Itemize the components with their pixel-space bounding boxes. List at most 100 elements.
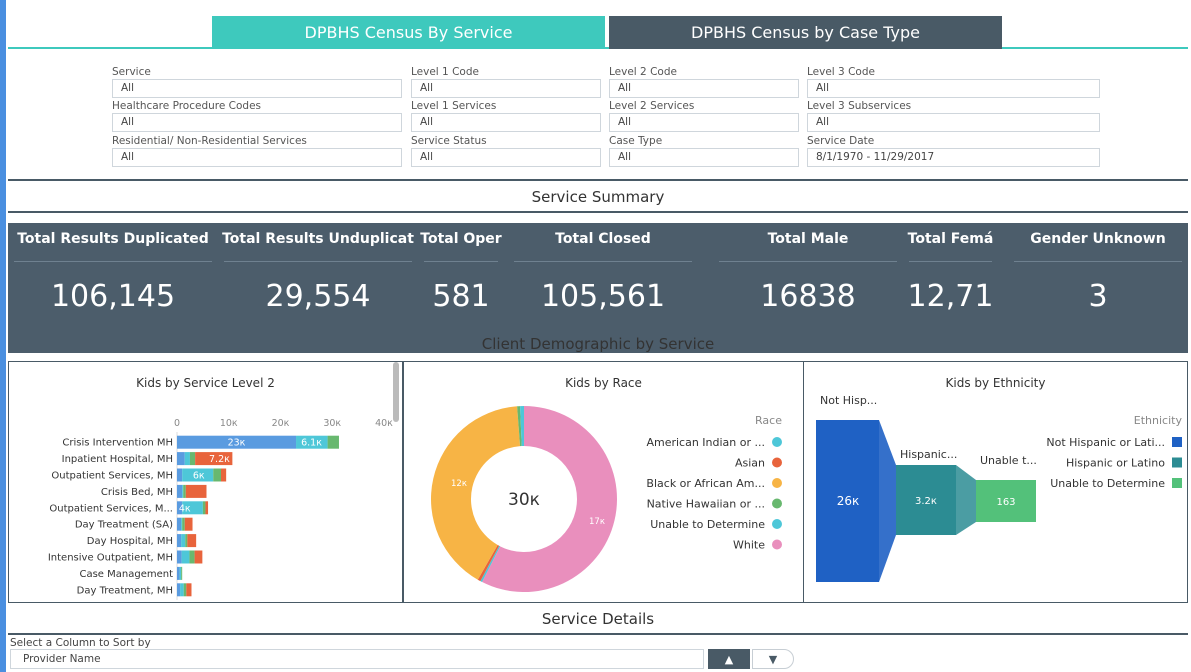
legend-item[interactable]: Unable to Determine: [650, 518, 765, 531]
filter-label: Service: [112, 66, 151, 78]
kpi-band: Total Results Duplicated 106,145 Total R…: [8, 223, 1188, 353]
filter-select[interactable]: All: [609, 113, 799, 132]
bar-segment[interactable]: [327, 435, 339, 449]
filter-label: Level 2 Code: [609, 66, 677, 78]
divider: [8, 179, 1188, 181]
bar-segment[interactable]: [183, 583, 187, 597]
bar-segment[interactable]: [177, 517, 182, 531]
panel-kids-by-ethnicity: Kids by Ethnicity 26к Not Hisp... 3.2к Hisp…: [803, 361, 1188, 603]
kpi-label: Total Femá: [907, 231, 994, 247]
slice-data-label: 17к: [589, 517, 605, 527]
bar-segment[interactable]: [184, 452, 190, 466]
bar-segment[interactable]: [177, 452, 185, 466]
category-label: Day Hospital, MH: [87, 536, 173, 547]
bar-segment[interactable]: [177, 468, 183, 482]
legend-item[interactable]: Hispanic or Latino: [1066, 457, 1165, 470]
filter-select[interactable]: All: [609, 148, 799, 167]
kpi-divider: [14, 261, 212, 262]
kpi-value: 16838: [760, 279, 856, 314]
bar-segment[interactable]: [184, 517, 193, 531]
category-label: Crisis Bed, MH: [101, 487, 173, 498]
bar-segment[interactable]: [181, 534, 186, 548]
kpi-label: Total Oper: [420, 231, 502, 247]
bar-segment[interactable]: [177, 566, 180, 580]
left-edge-bar: [0, 0, 6, 672]
legend-item[interactable]: Not Hispanic or Lati...: [1046, 436, 1165, 449]
category-label: Day Treatment, MH: [77, 585, 173, 596]
sort-ascending-button[interactable]: ▲: [708, 649, 750, 669]
bar-segment[interactable]: [183, 484, 186, 498]
sort-column-select[interactable]: Provider Name: [10, 649, 704, 669]
bar-segment[interactable]: [220, 468, 227, 482]
kpi-value: 29,554: [265, 279, 371, 314]
bar-segment[interactable]: [179, 566, 182, 580]
filter-residential-non-residential-services: Residential/ Non-Residential Services All: [112, 135, 402, 167]
legend-swatch: [772, 539, 782, 550]
category-label: Outpatient Services, MH: [51, 471, 173, 482]
filter-label: Healthcare Procedure Codes: [112, 100, 262, 112]
legend-item[interactable]: White: [733, 539, 765, 552]
bar-segment[interactable]: [187, 534, 197, 548]
arrow-up-icon: ▲: [724, 652, 734, 666]
bar-segment[interactable]: [185, 484, 207, 498]
x-tick-label: 40к: [375, 418, 393, 429]
filter-select[interactable]: All: [609, 79, 799, 98]
bar-data-label: 4к: [179, 503, 191, 514]
legend-swatch: [1172, 437, 1182, 447]
filter-label: Level 1 Services: [411, 100, 497, 112]
bar-segment[interactable]: [202, 501, 206, 515]
bar-segment[interactable]: [181, 517, 183, 531]
bar-segment[interactable]: [181, 550, 190, 564]
filter-label: Level 1 Code: [411, 66, 479, 78]
bar-segment[interactable]: [177, 484, 183, 498]
filter-label: Level 3 Subservices: [807, 100, 912, 112]
funnel-value-label: 3.2к: [915, 496, 937, 507]
bar-segment[interactable]: [177, 550, 182, 564]
filter-select[interactable]: All: [807, 79, 1100, 98]
filter-service-status: Service Status All: [411, 135, 601, 167]
bar-segment[interactable]: [181, 566, 183, 580]
category-label: Day Treatment (SA): [75, 520, 173, 531]
bar-segment[interactable]: [205, 501, 209, 515]
bar-segment[interactable]: [189, 550, 195, 564]
kpi-value: 106,145: [50, 279, 176, 314]
sort-descending-button[interactable]: ▼: [752, 649, 794, 669]
bar-segment[interactable]: [177, 534, 182, 548]
filter-level-3-code: Level 3 Code All: [807, 66, 1100, 98]
bar-segment[interactable]: [177, 583, 181, 597]
bar-segment[interactable]: [213, 468, 221, 482]
legend-item[interactable]: American Indian or ...: [646, 436, 765, 449]
bar-data-label: 6.1к: [301, 438, 322, 449]
bar-segment[interactable]: [182, 484, 184, 498]
filter-select[interactable]: All: [411, 113, 601, 132]
legend-swatch: [1172, 457, 1182, 468]
kpi-divider: [1014, 261, 1182, 262]
tab-census-by-service[interactable]: DPBHS Census By Service: [212, 16, 605, 49]
kpi-label: Total Results Unduplicat: [222, 231, 414, 247]
bar-segment[interactable]: [180, 583, 184, 597]
bar-segment[interactable]: [194, 550, 203, 564]
bar-segment[interactable]: [189, 452, 196, 466]
filter-select[interactable]: All: [112, 148, 402, 167]
filter-select[interactable]: All: [112, 113, 402, 132]
legend-item[interactable]: Unable to Determine: [1050, 477, 1165, 490]
funnel-value-label: 163: [996, 497, 1015, 508]
legend-item[interactable]: Asian: [735, 457, 765, 470]
filter-select[interactable]: All: [411, 148, 601, 167]
filter-level-2-services: Level 2 Services All: [609, 100, 799, 132]
legend-item[interactable]: Native Hawaiian or ...: [647, 498, 765, 511]
bar-chart: 0 10к 20к 30к 40к Crisis Intervention MH Inpat…: [48, 362, 399, 600]
legend-item[interactable]: Black or African Am...: [646, 477, 765, 490]
kpi-total-male: Total Male 16838: [713, 223, 903, 353]
bar-segment[interactable]: [182, 517, 185, 531]
bar-segment[interactable]: [185, 534, 188, 548]
panel-scrollbar[interactable]: [393, 362, 399, 422]
filter-select[interactable]: 8/1/1970 - 11/29/2017: [807, 148, 1100, 167]
bar-segment[interactable]: [186, 583, 192, 597]
filter-select[interactable]: All: [112, 79, 402, 98]
filter-select[interactable]: All: [807, 113, 1100, 132]
kpi-value: 105,561: [540, 279, 666, 314]
filter-select[interactable]: All: [411, 79, 601, 98]
tab-census-by-case-type[interactable]: DPBHS Census by Case Type: [609, 16, 1002, 49]
x-tick-label: 0: [174, 418, 180, 429]
